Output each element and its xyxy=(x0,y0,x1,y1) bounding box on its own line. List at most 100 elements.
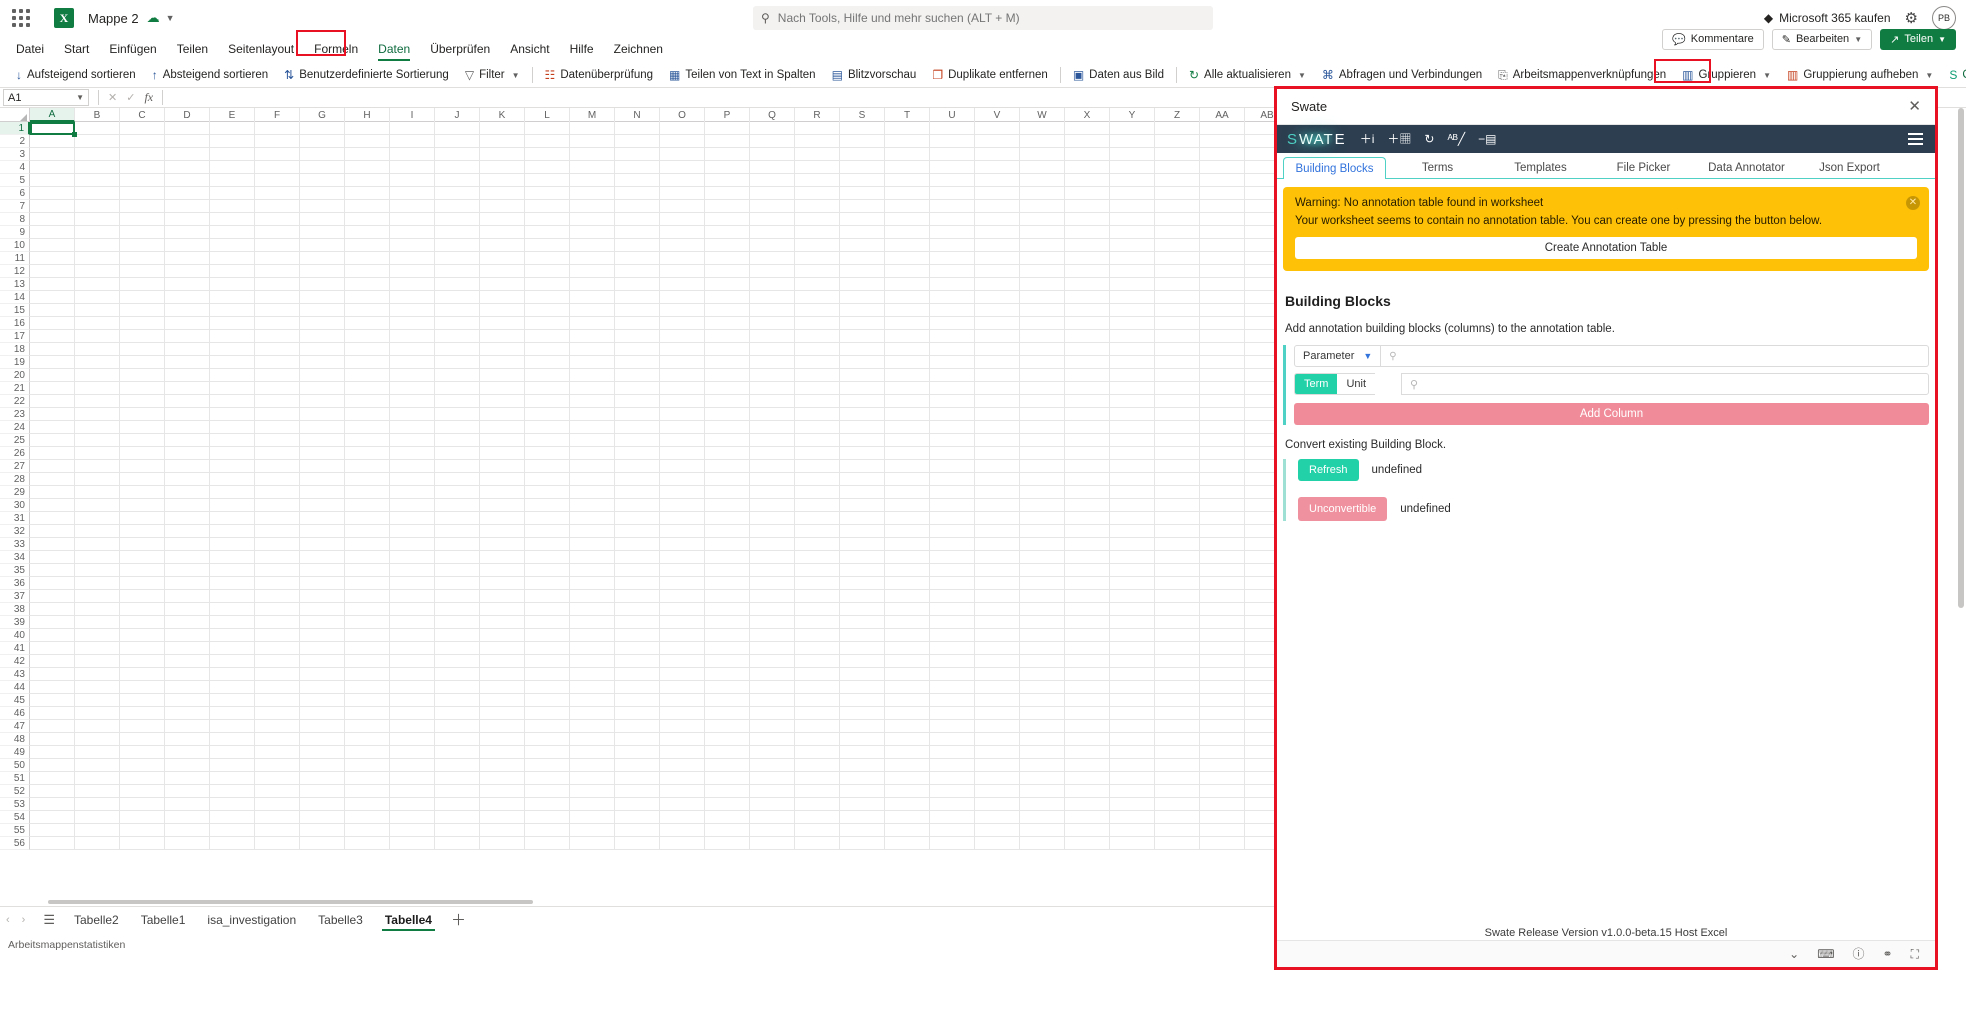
row-header-6[interactable]: 6 xyxy=(0,187,30,200)
cell-Z18[interactable] xyxy=(1155,343,1200,356)
cell-AB56[interactable] xyxy=(1245,837,1280,850)
cell-AB24[interactable] xyxy=(1245,421,1280,434)
row-header-39[interactable]: 39 xyxy=(0,616,30,629)
cell-AA13[interactable] xyxy=(1200,278,1245,291)
cell-Q7[interactable] xyxy=(750,200,795,213)
cell-J32[interactable] xyxy=(435,525,480,538)
cell-C5[interactable] xyxy=(120,174,165,187)
cell-J7[interactable] xyxy=(435,200,480,213)
cell-F41[interactable] xyxy=(255,642,300,655)
cell-V12[interactable] xyxy=(975,265,1020,278)
cell-L27[interactable] xyxy=(525,460,570,473)
cell-J33[interactable] xyxy=(435,538,480,551)
cell-B44[interactable] xyxy=(75,681,120,694)
cell-B27[interactable] xyxy=(75,460,120,473)
cell-E55[interactable] xyxy=(210,824,255,837)
name-box[interactable]: A1 ▼ xyxy=(3,89,89,106)
cell-K40[interactable] xyxy=(480,629,525,642)
cell-G13[interactable] xyxy=(300,278,345,291)
cell-AB11[interactable] xyxy=(1245,252,1280,265)
cell-K47[interactable] xyxy=(480,720,525,733)
cell-O16[interactable] xyxy=(660,317,705,330)
cell-Y1[interactable] xyxy=(1110,122,1155,135)
cell-AA43[interactable] xyxy=(1200,668,1245,681)
cell-A23[interactable] xyxy=(30,408,75,421)
cell-AB2[interactable] xyxy=(1245,135,1280,148)
cell-H12[interactable] xyxy=(345,265,390,278)
cell-E14[interactable] xyxy=(210,291,255,304)
cell-O41[interactable] xyxy=(660,642,705,655)
cell-W43[interactable] xyxy=(1020,668,1065,681)
cell-F29[interactable] xyxy=(255,486,300,499)
cell-E29[interactable] xyxy=(210,486,255,499)
cell-Q36[interactable] xyxy=(750,577,795,590)
cell-AB33[interactable] xyxy=(1245,538,1280,551)
cell-A37[interactable] xyxy=(30,590,75,603)
ribbon-tab-hilfe[interactable]: Hilfe xyxy=(560,39,604,59)
cell-V31[interactable] xyxy=(975,512,1020,525)
cell-I20[interactable] xyxy=(390,369,435,382)
cell-X35[interactable] xyxy=(1065,564,1110,577)
cell-P37[interactable] xyxy=(705,590,750,603)
cell-H23[interactable] xyxy=(345,408,390,421)
cell-R47[interactable] xyxy=(795,720,840,733)
cell-K49[interactable] xyxy=(480,746,525,759)
cell-S11[interactable] xyxy=(840,252,885,265)
cell-W34[interactable] xyxy=(1020,551,1065,564)
cell-M49[interactable] xyxy=(570,746,615,759)
cell-P38[interactable] xyxy=(705,603,750,616)
cell-A24[interactable] xyxy=(30,421,75,434)
cell-Z35[interactable] xyxy=(1155,564,1200,577)
cell-G16[interactable] xyxy=(300,317,345,330)
cell-T44[interactable] xyxy=(885,681,930,694)
cell-AA15[interactable] xyxy=(1200,304,1245,317)
cell-J8[interactable] xyxy=(435,213,480,226)
row-header-21[interactable]: 21 xyxy=(0,382,30,395)
cell-J13[interactable] xyxy=(435,278,480,291)
cell-AA1[interactable] xyxy=(1200,122,1245,135)
cell-AA28[interactable] xyxy=(1200,473,1245,486)
cell-N43[interactable] xyxy=(615,668,660,681)
cell-E34[interactable] xyxy=(210,551,255,564)
cell-M43[interactable] xyxy=(570,668,615,681)
cell-G9[interactable] xyxy=(300,226,345,239)
cell-K14[interactable] xyxy=(480,291,525,304)
cell-K7[interactable] xyxy=(480,200,525,213)
term-toggle[interactable]: Term xyxy=(1295,374,1337,394)
cell-L16[interactable] xyxy=(525,317,570,330)
cell-T41[interactable] xyxy=(885,642,930,655)
cell-K30[interactable] xyxy=(480,499,525,512)
cell-V36[interactable] xyxy=(975,577,1020,590)
cell-L2[interactable] xyxy=(525,135,570,148)
cell-R14[interactable] xyxy=(795,291,840,304)
cell-O30[interactable] xyxy=(660,499,705,512)
cell-R8[interactable] xyxy=(795,213,840,226)
column-header-W[interactable]: W xyxy=(1020,108,1065,122)
cell-D10[interactable] xyxy=(165,239,210,252)
cell-L35[interactable] xyxy=(525,564,570,577)
cell-P22[interactable] xyxy=(705,395,750,408)
cell-S48[interactable] xyxy=(840,733,885,746)
cell-I3[interactable] xyxy=(390,148,435,161)
cell-U14[interactable] xyxy=(930,291,975,304)
cell-B41[interactable] xyxy=(75,642,120,655)
cell-P18[interactable] xyxy=(705,343,750,356)
cell-P1[interactable] xyxy=(705,122,750,135)
cell-Q3[interactable] xyxy=(750,148,795,161)
cell-R46[interactable] xyxy=(795,707,840,720)
cell-U32[interactable] xyxy=(930,525,975,538)
cell-P30[interactable] xyxy=(705,499,750,512)
cell-J20[interactable] xyxy=(435,369,480,382)
cell-H44[interactable] xyxy=(345,681,390,694)
cell-H51[interactable] xyxy=(345,772,390,785)
cell-X22[interactable] xyxy=(1065,395,1110,408)
row-header-33[interactable]: 33 xyxy=(0,538,30,551)
cell-AB3[interactable] xyxy=(1245,148,1280,161)
cell-I44[interactable] xyxy=(390,681,435,694)
cell-U30[interactable] xyxy=(930,499,975,512)
cell-K54[interactable] xyxy=(480,811,525,824)
cell-F15[interactable] xyxy=(255,304,300,317)
cell-J38[interactable] xyxy=(435,603,480,616)
cell-L1[interactable] xyxy=(525,122,570,135)
cell-P5[interactable] xyxy=(705,174,750,187)
